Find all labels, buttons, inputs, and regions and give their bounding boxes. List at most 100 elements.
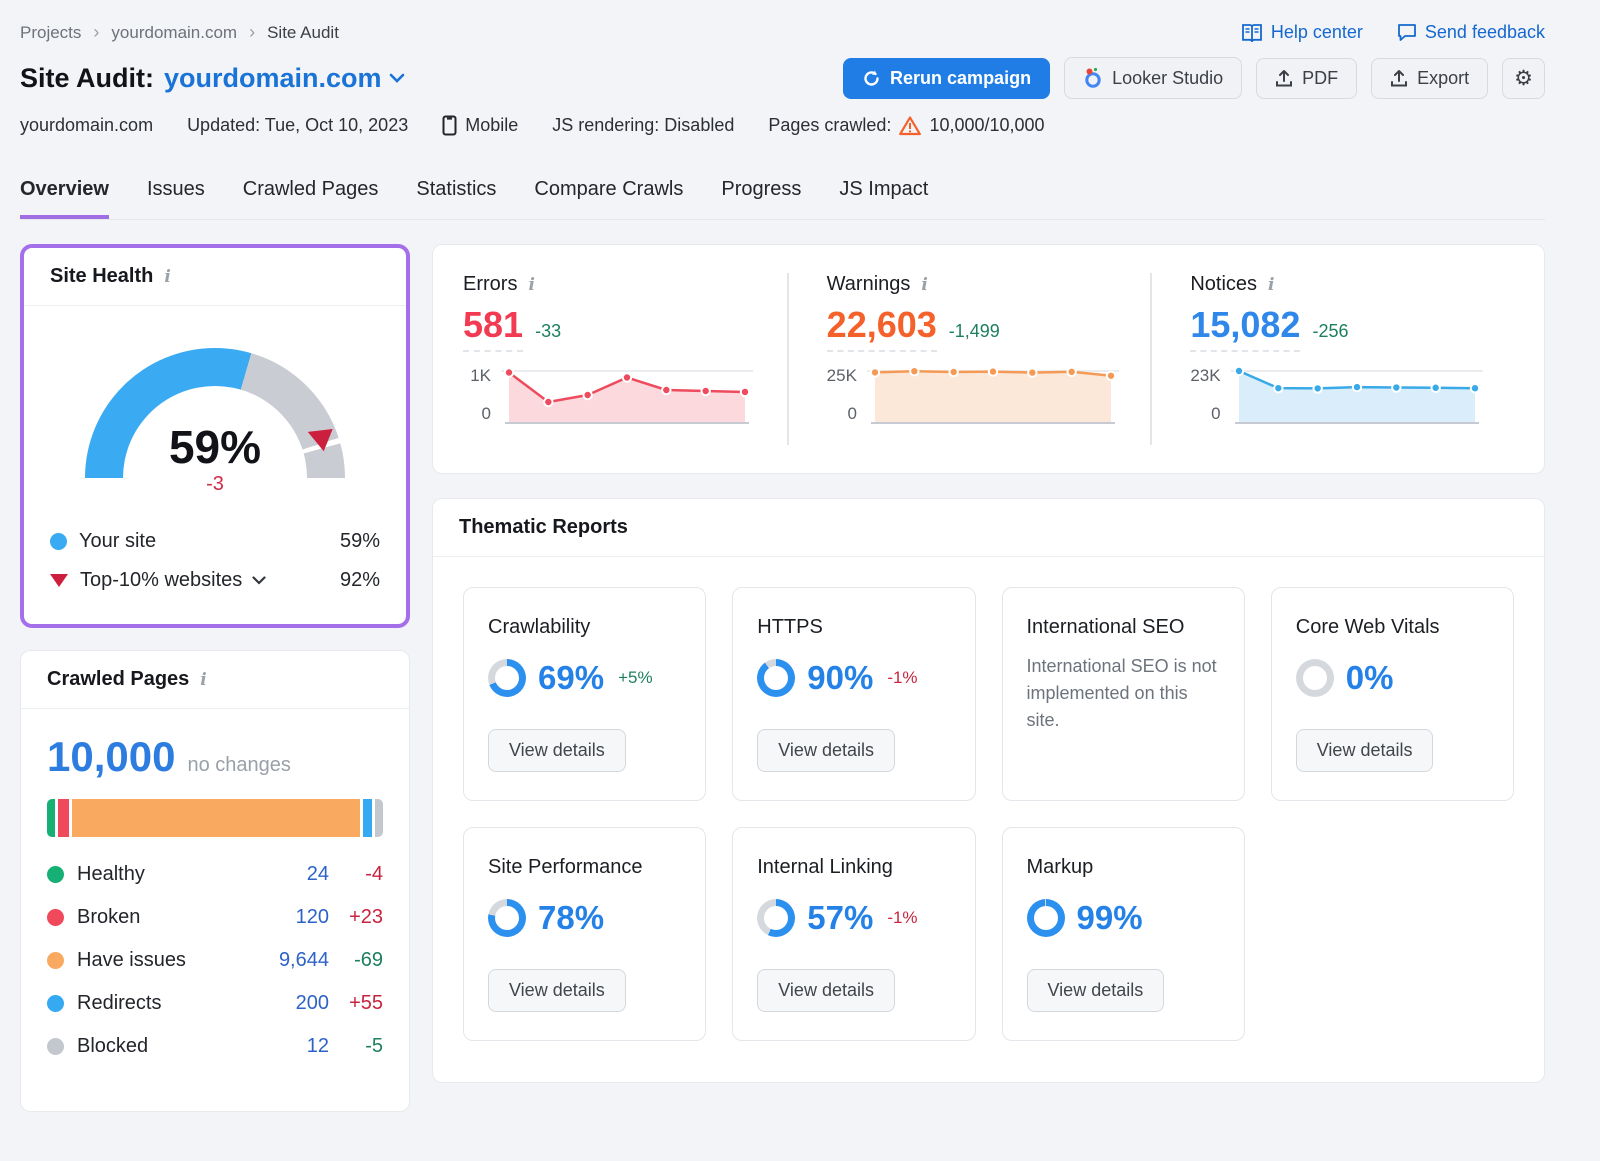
view-details-button[interactable]: View details (757, 969, 895, 1012)
warnings-value[interactable]: 22,603 (827, 304, 937, 352)
report-percent: 78% (538, 899, 604, 937)
tab-progress[interactable]: Progress (721, 172, 801, 219)
progress-ring-icon (488, 899, 526, 937)
notices-trend-chart (1231, 366, 1483, 429)
pages-crawled-value: 10,000/10,000 (929, 115, 1044, 136)
view-details-button[interactable]: View details (1296, 729, 1434, 772)
progress-ring-icon (1296, 659, 1334, 697)
status-dot-icon (47, 909, 64, 926)
bar-segment-have-issues (72, 799, 360, 837)
thematic-grid: Crawlability 69% +5% View details HTTPS … (433, 557, 1544, 1071)
warnings-delta: -1,499 (949, 321, 1000, 342)
pdf-label: PDF (1302, 68, 1338, 89)
tab-crawled-pages[interactable]: Crawled Pages (243, 172, 379, 219)
top-links: Help center Send feedback (1241, 22, 1545, 43)
legend-value[interactable]: 9,644 (257, 949, 329, 972)
info-icon[interactable]: i (919, 275, 929, 295)
legend-change: -69 (329, 949, 383, 972)
mobile-phone-icon (442, 115, 457, 136)
book-icon (1241, 24, 1263, 42)
legend-change: -5 (329, 1035, 383, 1058)
axis-max-label: 25K (827, 366, 857, 386)
title-actions: Rerun campaign Looker Studio PDF Export … (843, 57, 1545, 99)
legend-label: Your site (79, 530, 156, 553)
legend-value: 59% (340, 530, 380, 553)
crawled-pages-card: Crawled Pages i 10,000 no changes Health… (20, 650, 410, 1112)
report-title: International SEO (1027, 616, 1220, 639)
status-dot-icon (47, 1038, 64, 1055)
crawled-pages-note: no changes (187, 754, 290, 777)
status-dot-icon (47, 866, 64, 883)
internal-linking-card: Internal Linking 57% -1% View details (732, 827, 975, 1041)
send-feedback-link[interactable]: Send feedback (1397, 22, 1545, 43)
report-message: International SEO is not implemented on … (1027, 653, 1220, 734)
upload-icon (1390, 69, 1408, 88)
meta-bar: yourdomain.com Updated: Tue, Oct 10, 202… (20, 115, 1545, 136)
info-icon[interactable]: i (1266, 275, 1276, 295)
info-icon[interactable]: i (526, 275, 536, 295)
tab-bar: Overview Issues Crawled Pages Statistics… (20, 172, 1545, 220)
tab-overview[interactable]: Overview (20, 172, 109, 219)
looker-studio-button[interactable]: Looker Studio (1064, 57, 1242, 99)
pdf-button[interactable]: PDF (1256, 58, 1357, 99)
meta-device: Mobile (442, 115, 518, 136)
status-dot-icon (47, 995, 64, 1012)
legend-row-redirects: Redirects 200 +55 (47, 992, 383, 1015)
looker-studio-icon (1083, 67, 1103, 89)
crawlability-card: Crawlability 69% +5% View details (463, 587, 706, 801)
site-health-delta: -3 (85, 473, 345, 496)
upload-icon (1275, 69, 1293, 88)
legend-row-top10: Top-10% websites 92% (50, 569, 380, 592)
chevron-down-icon[interactable] (252, 576, 266, 585)
help-center-link[interactable]: Help center (1241, 22, 1363, 43)
legend-value[interactable]: 120 (257, 906, 329, 929)
warnings-title: Warnings (827, 273, 911, 296)
legend-value[interactable]: 24 (257, 863, 329, 886)
report-percent: 69% (538, 659, 604, 697)
help-center-label: Help center (1271, 22, 1363, 43)
legend-value[interactable]: 12 (257, 1035, 329, 1058)
site-performance-card: Site Performance 78% View details (463, 827, 706, 1041)
crawled-pages-total: 10,000 (47, 733, 175, 781)
progress-ring-icon (488, 659, 526, 697)
tab-statistics[interactable]: Statistics (416, 172, 496, 219)
tab-js-impact[interactable]: JS Impact (839, 172, 928, 219)
axis-max-label: 1K (470, 366, 491, 386)
breadcrumb-projects[interactable]: Projects (20, 23, 81, 43)
legend-value[interactable]: 200 (257, 992, 329, 1015)
thematic-reports-title: Thematic Reports (459, 516, 628, 539)
site-health-title: Site Health (50, 265, 153, 288)
view-details-button[interactable]: View details (488, 729, 626, 772)
rerun-campaign-button[interactable]: Rerun campaign (843, 58, 1050, 99)
legend-row-your-site: Your site 59% (50, 530, 380, 553)
tab-issues[interactable]: Issues (147, 172, 205, 219)
breadcrumb-site-audit: Site Audit (267, 23, 339, 43)
view-details-button[interactable]: View details (488, 969, 626, 1012)
view-details-button[interactable]: View details (1027, 969, 1165, 1012)
tab-compare-crawls[interactable]: Compare Crawls (534, 172, 683, 219)
chevron-right-icon: › (93, 22, 99, 43)
settings-button[interactable]: ⚙ (1502, 58, 1545, 99)
title-bar: Site Audit: yourdomain.com Rerun campaig… (20, 57, 1545, 99)
report-percent: 0% (1346, 659, 1394, 697)
site-health-legend: Your site 59% Top-10% websites 92% (24, 530, 406, 592)
crawled-pages-stacked-bar[interactable] (47, 799, 383, 837)
errors-axis: 1K 0 (463, 366, 501, 424)
crawled-pages-title: Crawled Pages (47, 668, 189, 691)
gear-icon: ⚙ (1514, 68, 1533, 89)
site-health-card: Site Health i 59% -3 Your site 59% (20, 244, 410, 628)
errors-title: Errors (463, 273, 517, 296)
breadcrumb-domain[interactable]: yourdomain.com (111, 23, 237, 43)
info-icon[interactable]: i (198, 670, 208, 690)
export-button[interactable]: Export (1371, 58, 1488, 99)
core-web-vitals-card: Core Web Vitals 0% View details (1271, 587, 1514, 801)
left-column: Site Health i 59% -3 Your site 59% (20, 244, 410, 1112)
axis-min-label: 0 (847, 404, 856, 424)
view-details-button[interactable]: View details (757, 729, 895, 772)
breadcrumb: Projects › yourdomain.com › Site Audit (20, 22, 339, 43)
errors-value[interactable]: 581 (463, 304, 523, 352)
report-percent: 99% (1077, 899, 1143, 937)
info-icon[interactable]: i (162, 267, 172, 287)
campaign-selector[interactable]: yourdomain.com (164, 63, 405, 94)
notices-value[interactable]: 15,082 (1190, 304, 1300, 352)
